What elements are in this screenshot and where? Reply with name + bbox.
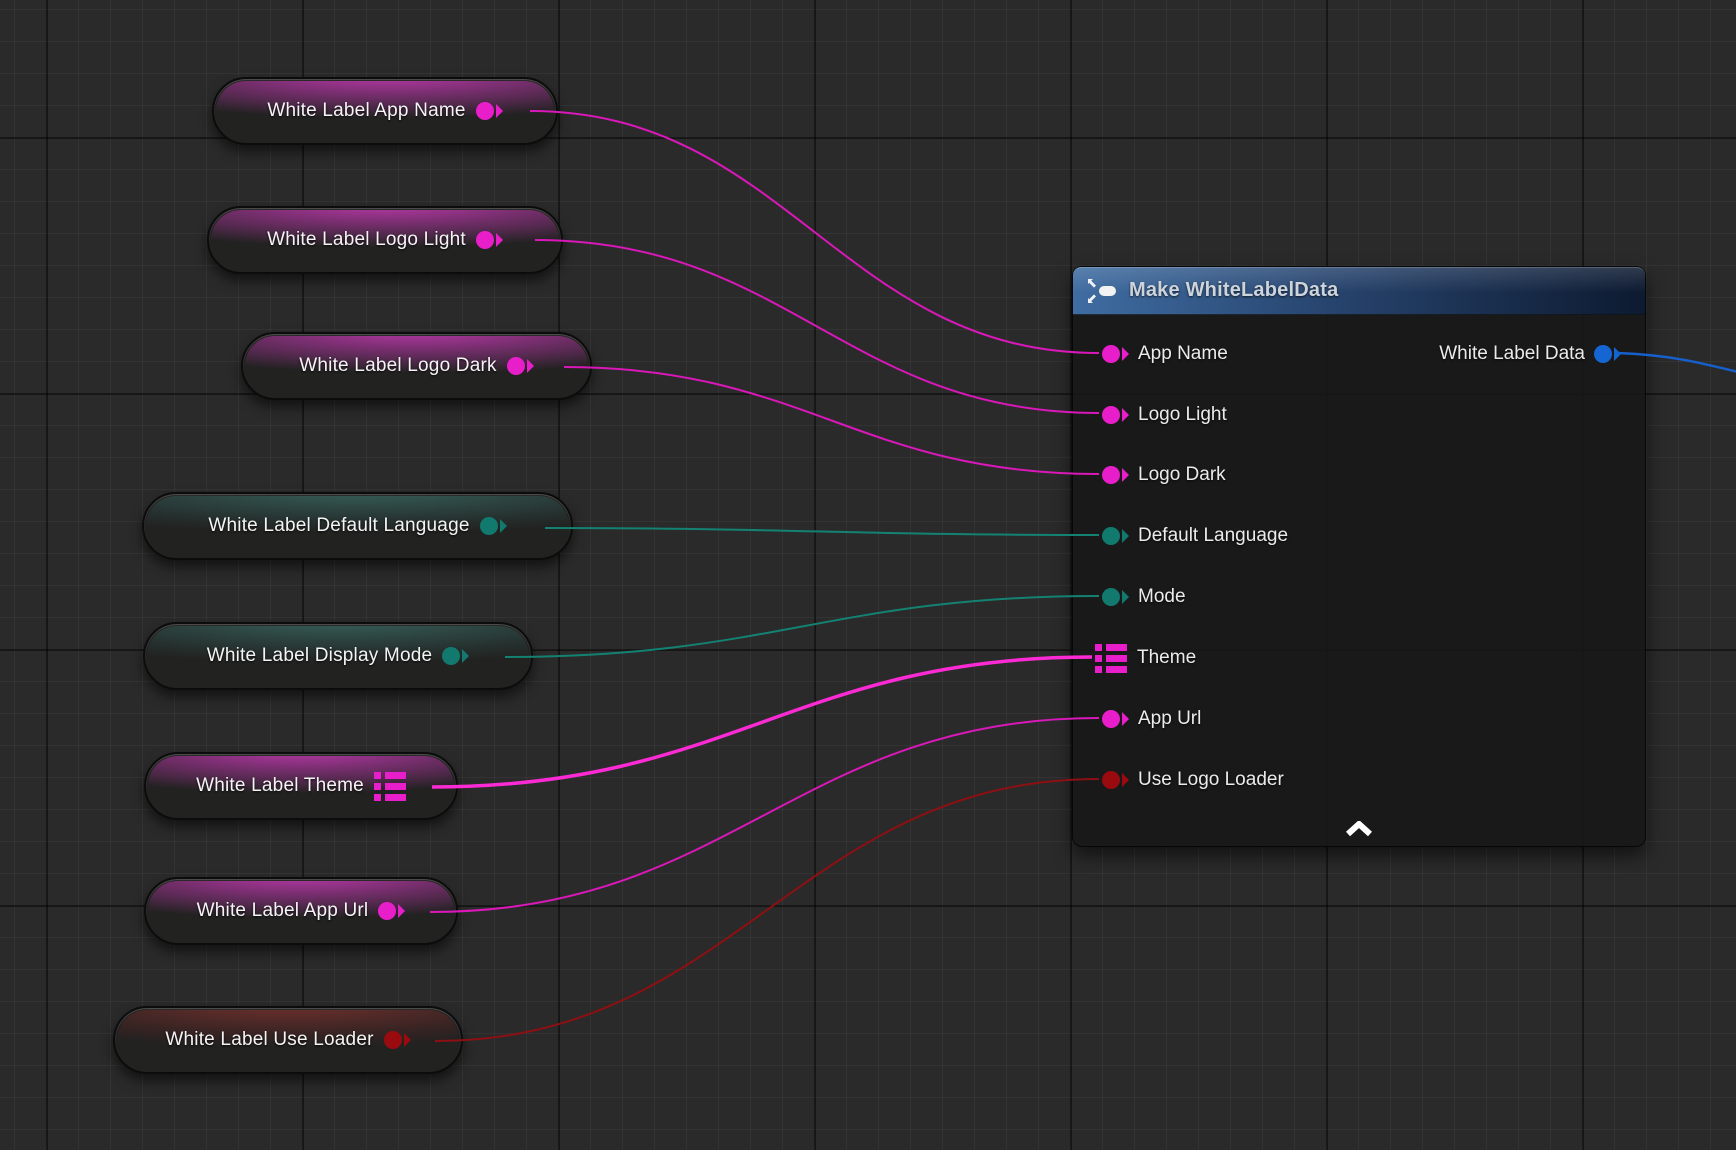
variable-node-white-label-logo-light[interactable]: White Label Logo Light [207,206,563,274]
enum-pin-icon[interactable] [1102,525,1129,547]
pin-label: Mode [1138,586,1186,608]
variable-node-label: White Label Use Loader [165,1029,373,1051]
pin-label: App Name [1138,343,1228,365]
wire-display-mode[interactable] [505,596,1099,657]
variable-node-white-label-theme[interactable]: White Label Theme [144,752,458,820]
wire-theme[interactable] [432,657,1092,787]
enum-pin-icon[interactable] [1102,586,1129,608]
variable-node-label: White Label Display Mode [207,645,433,667]
pin-row-app-name: App Name [1073,338,1228,370]
make-struct-icon [1087,278,1119,304]
pin-row-white-label-data: White Label Data [1439,338,1645,370]
bool-pin-icon[interactable] [1102,769,1129,791]
wire-logo-light[interactable] [535,240,1099,413]
variable-node-label: White Label Theme [196,775,364,797]
pin-row-default-language: Default Language [1073,520,1288,552]
variable-node-white-label-logo-dark[interactable]: White Label Logo Dark [241,332,592,400]
variable-node-label: White Label Default Language [208,515,469,537]
make-whitelabeldata-node[interactable]: Make WhiteLabelData App Name Logo Light … [1072,266,1646,847]
pin-row-logo-dark: Logo Dark [1073,459,1226,491]
variable-node-white-label-app-name[interactable]: White Label App Name [212,77,558,145]
variable-node-label: White Label App Url [197,900,369,922]
node-title: Make WhiteLabelData [1129,279,1338,302]
string-pin-icon[interactable] [1102,343,1129,365]
pin-label: Use Logo Loader [1138,769,1284,791]
node-header[interactable]: Make WhiteLabelData [1073,267,1645,315]
string-pin-icon[interactable] [1102,708,1129,730]
string-pin-icon[interactable] [1102,404,1129,426]
blueprint-graph-canvas[interactable]: White Label App Name White Label Logo Li… [0,0,1736,1150]
enum-pin-icon[interactable] [480,515,507,537]
string-pin-icon[interactable] [476,100,503,122]
variable-node-white-label-app-url[interactable]: White Label App Url [144,877,458,945]
wire-logo-dark[interactable] [564,367,1099,474]
pin-label: Logo Light [1138,404,1227,426]
pin-row-use-logo-loader: Use Logo Loader [1073,764,1284,796]
wire-app-url[interactable] [430,718,1099,912]
pin-label: Theme [1137,647,1196,669]
variable-node-white-label-use-loader[interactable]: White Label Use Loader [113,1006,463,1074]
struct-pin-icon[interactable] [374,772,406,801]
variable-node-label: White Label Logo Dark [299,355,496,377]
pin-label: App Url [1138,708,1201,730]
collapse-node-button[interactable] [1337,816,1381,842]
variable-node-label: White Label Logo Light [267,229,466,251]
enum-pin-icon[interactable] [442,645,469,667]
string-pin-icon[interactable] [1102,464,1129,486]
string-pin-icon[interactable] [378,900,405,922]
chevron-up-icon [1344,821,1374,837]
struct-output-pin-icon[interactable] [1594,343,1621,365]
wire-use-loader[interactable] [435,779,1099,1041]
pin-label: White Label Data [1439,343,1585,365]
pin-label: Default Language [1138,525,1288,547]
struct-pin-icon[interactable] [1095,644,1127,673]
bool-pin-icon[interactable] [384,1029,411,1051]
string-pin-icon[interactable] [476,229,503,251]
wire-default-language[interactable] [545,528,1099,535]
string-pin-icon[interactable] [507,355,534,377]
variable-node-white-label-display-mode[interactable]: White Label Display Mode [143,622,533,690]
pin-row-logo-light: Logo Light [1073,399,1227,431]
wire-app-name[interactable] [530,111,1099,353]
pin-label: Logo Dark [1138,464,1226,486]
variable-node-label: White Label App Name [267,100,465,122]
variable-node-white-label-default-language[interactable]: White Label Default Language [142,492,573,560]
